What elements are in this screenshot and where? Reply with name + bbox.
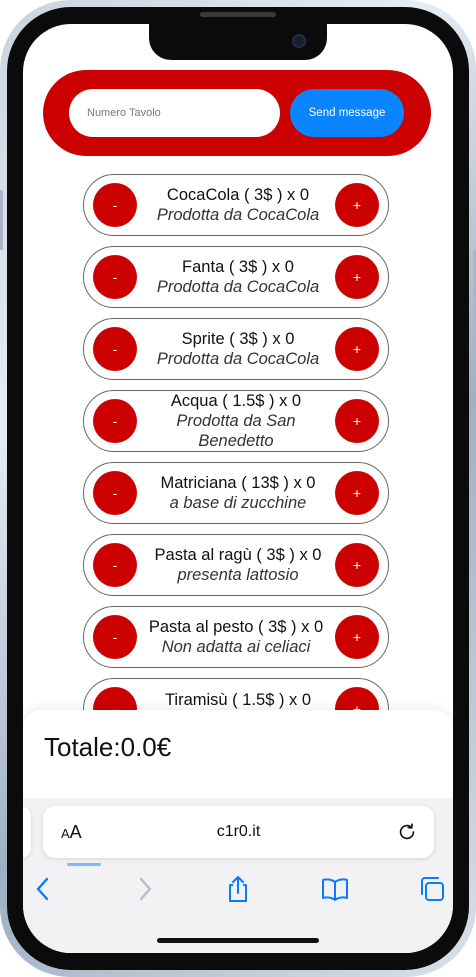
navigation-toolbar <box>23 870 453 910</box>
decrease-button[interactable]: - <box>93 255 137 299</box>
notch <box>149 24 327 60</box>
decrease-button[interactable]: - <box>93 399 137 443</box>
page-load-indicator <box>67 863 101 866</box>
increase-button[interactable]: + <box>335 543 379 587</box>
product-description: Prodotta da San Benedetto <box>176 412 296 450</box>
product-title: Fanta ( 3$ ) x 0 <box>182 258 294 276</box>
list-item: - Pasta al ragù ( 3$ ) x 0 presenta latt… <box>83 534 389 596</box>
list-item: - Matriciana ( 13$ ) x 0 a base di zucch… <box>83 462 389 524</box>
product-description: presenta lattosio <box>177 566 299 584</box>
increase-button[interactable]: + <box>335 327 379 371</box>
product-title: Sprite ( 3$ ) x 0 <box>181 330 295 348</box>
increase-button[interactable]: + <box>335 471 379 515</box>
list-item: - CocaCola ( 3$ ) x 0 Prodotta da CocaCo… <box>83 174 389 236</box>
list-item: - Sprite ( 3$ ) x 0 Prodotta da CocaCola… <box>83 318 389 380</box>
product-title: Acqua ( 1.5$ ) x 0 <box>170 392 302 410</box>
reload-icon[interactable] <box>396 821 418 843</box>
increase-button[interactable]: + <box>335 399 379 443</box>
home-indicator[interactable] <box>157 938 319 943</box>
increase-button[interactable]: + <box>335 255 379 299</box>
product-title: Pasta al pesto ( 3$ ) x 0 <box>148 618 324 636</box>
product-title: Tiramisù ( 1.5$ ) x 0 <box>164 691 312 709</box>
product-title: CocaCola ( 3$ ) x 0 <box>166 186 310 204</box>
forward-icon[interactable] <box>129 874 159 904</box>
increase-button[interactable]: + <box>335 183 379 227</box>
product-description: Prodotta da CocaCola <box>156 350 320 368</box>
table-number-input[interactable] <box>69 89 280 137</box>
product-title: Matriciana ( 13$ ) x 0 <box>160 474 316 492</box>
product-description: Prodotta da CocaCola <box>156 206 320 224</box>
list-item: - Fanta ( 3$ ) x 0 Prodotta da CocaCola … <box>83 246 389 308</box>
camera-icon <box>292 34 306 48</box>
product-description: Non adatta ai celiaci <box>161 638 311 656</box>
header-bar: Send message <box>43 70 431 156</box>
bookmarks-icon[interactable] <box>320 874 350 904</box>
send-message-button[interactable]: Send message <box>290 89 404 137</box>
product-title: Pasta al ragù ( 3$ ) x 0 <box>154 546 322 564</box>
tabs-icon[interactable] <box>417 874 447 904</box>
decrease-button[interactable]: - <box>93 615 137 659</box>
total-panel: Totale:0.0€ <box>23 710 453 810</box>
decrease-button[interactable]: - <box>93 543 137 587</box>
share-icon[interactable] <box>223 874 253 904</box>
browser-toolbar: AA c1r0.it <box>23 798 453 953</box>
speaker-grille <box>200 12 276 17</box>
decrease-button[interactable]: - <box>93 327 137 371</box>
decrease-button[interactable]: - <box>93 471 137 515</box>
decrease-button[interactable]: - <box>93 183 137 227</box>
product-description: a base di zucchine <box>169 494 307 512</box>
back-icon[interactable] <box>29 874 59 904</box>
previous-tab-pill[interactable] <box>23 806 31 858</box>
screen: Send message - CocaCola ( 3$ ) x 0 Prodo… <box>23 24 453 953</box>
total-label: Totale:0.0€ <box>44 732 172 762</box>
list-item: - Pasta al pesto ( 3$ ) x 0 Non adatta a… <box>83 606 389 668</box>
volume-button <box>0 190 3 250</box>
product-description: Prodotta da CocaCola <box>156 278 320 296</box>
list-item: - Acqua ( 1.5$ ) x 0 Prodotta da San Ben… <box>83 390 389 452</box>
address-bar[interactable]: AA c1r0.it <box>43 806 434 866</box>
increase-button[interactable]: + <box>335 615 379 659</box>
url-text: c1r0.it <box>216 823 261 840</box>
